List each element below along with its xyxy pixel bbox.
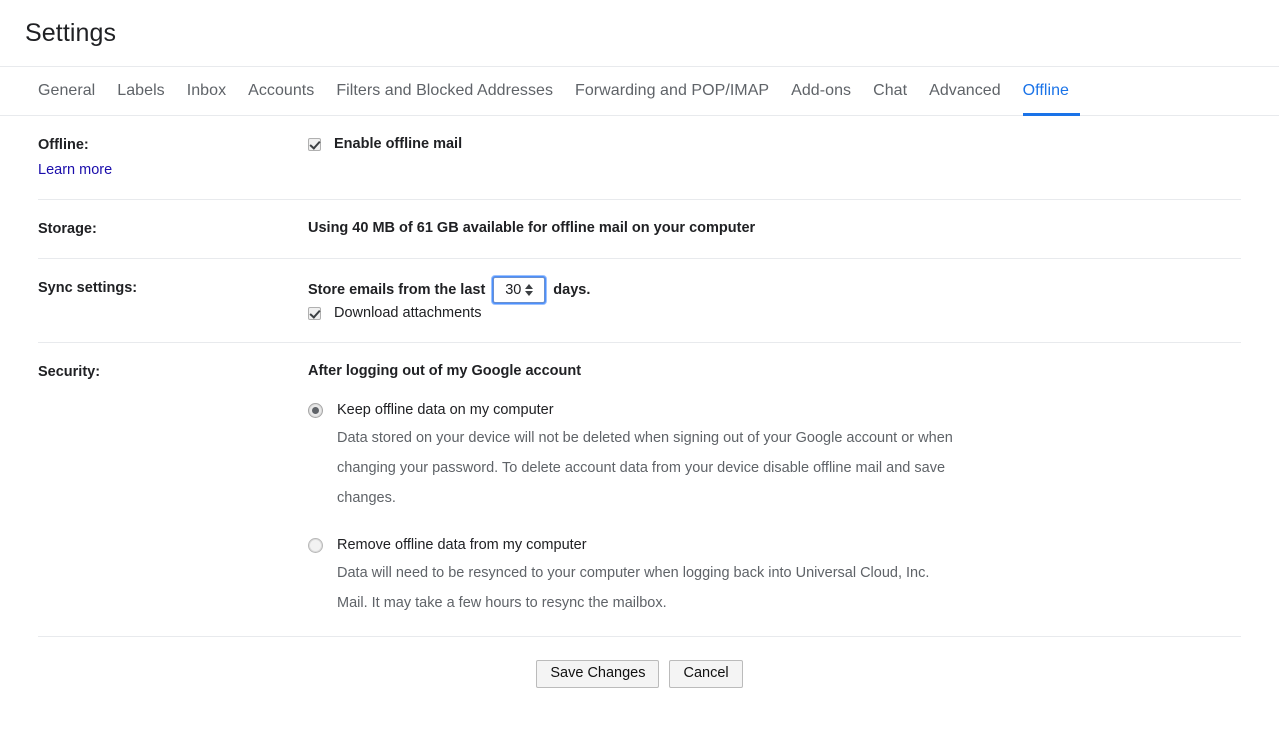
page-title: Settings (25, 18, 117, 47)
tab-chat[interactable]: Chat (862, 67, 918, 115)
offline-row-label-cell: Offline: Learn more (38, 134, 308, 181)
keep-offline-data-title: Keep offline data on my computer (337, 402, 554, 418)
storage-label: Storage: (38, 221, 97, 237)
sync-settings-row: Sync settings: Store emails from the las… (38, 259, 1241, 343)
keep-offline-data-description: Data stored on your device will not be d… (337, 430, 953, 506)
offline-label: Offline: (38, 137, 89, 153)
sync-days-value: 30 (505, 281, 522, 298)
sync-settings-label: Sync settings: (38, 280, 138, 296)
remove-offline-data-description: Data will need to be resynced to your co… (337, 565, 930, 611)
sync-days-input[interactable]: 30 (491, 275, 548, 305)
security-row-content: After logging out of my Google account K… (308, 361, 1241, 618)
radio-option-remove-offline-data[interactable]: Remove offline data from my computer Dat… (308, 535, 1241, 618)
store-emails-line: Store emails from the last 30 days. (308, 275, 1241, 305)
spinner-up-icon[interactable] (525, 284, 534, 289)
form-actions: Save Changes Cancel (0, 637, 1279, 688)
security-label: Security: (38, 364, 101, 380)
tab-general[interactable]: General (38, 67, 106, 115)
security-row: Security: After logging out of my Google… (38, 343, 1241, 637)
security-heading: After logging out of my Google account (308, 363, 582, 379)
remove-offline-data-title: Remove offline data from my computer (337, 537, 587, 553)
sync-settings-content: Store emails from the last 30 days. Down… (308, 275, 1241, 324)
keep-offline-data-radio[interactable] (308, 403, 323, 418)
save-changes-button[interactable]: Save Changes (536, 660, 660, 688)
remove-offline-data-text: Remove offline data from my computer Dat… (337, 535, 962, 618)
enable-offline-mail-checkbox-row[interactable]: Enable offline mail (308, 134, 1241, 155)
enable-offline-mail-checkbox[interactable] (308, 138, 321, 151)
cancel-button[interactable]: Cancel (669, 660, 743, 688)
remove-offline-data-radio[interactable] (308, 538, 323, 553)
storage-usage-text: Using 40 MB of 61 GB available for offli… (308, 220, 756, 236)
tab-forwarding-and-pop-imap[interactable]: Forwarding and POP/IMAP (564, 67, 780, 115)
download-attachments-checkbox[interactable] (308, 307, 321, 320)
spinner-down-icon[interactable] (525, 291, 534, 296)
keep-offline-data-text: Keep offline data on my computer Data st… (337, 400, 962, 513)
enable-offline-mail-label: Enable offline mail (334, 136, 463, 152)
tab-labels[interactable]: Labels (106, 67, 175, 115)
download-attachments-label: Download attachments (334, 305, 482, 321)
tab-advanced[interactable]: Advanced (918, 67, 1012, 115)
tab-add-ons[interactable]: Add-ons (780, 67, 862, 115)
tab-filters-and-blocked-addresses[interactable]: Filters and Blocked Addresses (325, 67, 564, 115)
sync-days-spinner[interactable] (525, 284, 534, 296)
settings-body: Offline: Learn more Enable offline mail … (0, 116, 1279, 688)
offline-row-content: Enable offline mail (308, 134, 1241, 155)
storage-row: Storage: Using 40 MB of 61 GB available … (38, 200, 1241, 259)
tab-offline[interactable]: Offline (1012, 67, 1081, 116)
offline-data-radio-group: Keep offline data on my computer Data st… (308, 400, 1241, 618)
offline-row: Offline: Learn more Enable offline mail (38, 116, 1241, 200)
storage-row-content: Using 40 MB of 61 GB available for offli… (308, 218, 1241, 239)
store-emails-prefix-text: Store emails from the last (308, 281, 486, 298)
download-attachments-checkbox-row[interactable]: Download attachments (308, 303, 1241, 324)
learn-more-link[interactable]: Learn more (38, 160, 112, 181)
tab-inbox[interactable]: Inbox (176, 67, 237, 115)
store-emails-suffix-text: days. (553, 281, 591, 298)
radio-option-keep-offline-data[interactable]: Keep offline data on my computer Data st… (308, 400, 1241, 513)
page-header: Settings (0, 0, 1279, 66)
settings-tab-bar: General Labels Inbox Accounts Filters an… (0, 66, 1279, 116)
tab-accounts[interactable]: Accounts (237, 67, 325, 115)
